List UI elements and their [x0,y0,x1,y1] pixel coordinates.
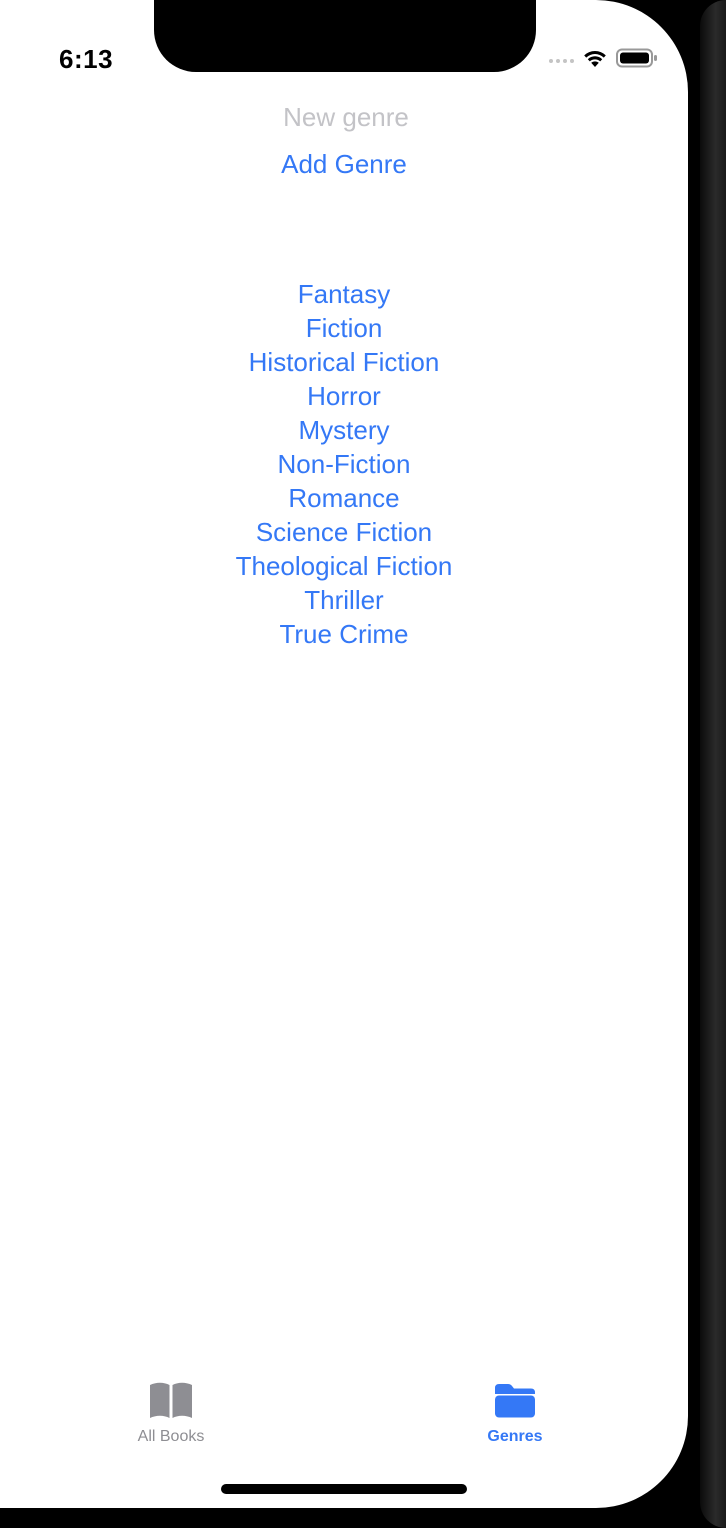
new-genre-input[interactable] [194,98,498,136]
genre-item-historical-fiction[interactable]: Historical Fiction [0,345,688,379]
genre-item-true-crime[interactable]: True Crime [0,617,688,651]
genres-screen: Add Genre Fantasy Fiction Historical Fic… [0,0,688,1508]
genre-item-fiction[interactable]: Fiction [0,311,688,345]
genre-item-non-fiction[interactable]: Non-Fiction [0,447,688,481]
device-frame: 6:13 Add G [0,0,726,1528]
phone-screen: 6:13 Add G [0,0,688,1508]
tab-bar: All Books Genres [0,1370,688,1460]
tab-genres[interactable]: Genres [435,1370,595,1454]
genre-item-theological-fiction[interactable]: Theological Fiction [0,549,688,583]
genre-item-science-fiction[interactable]: Science Fiction [0,515,688,549]
genre-item-thriller[interactable]: Thriller [0,583,688,617]
add-genre-button[interactable]: Add Genre [194,145,494,183]
tab-all-books-label: All Books [137,1428,205,1445]
book-icon [147,1380,195,1422]
genre-item-horror[interactable]: Horror [0,379,688,413]
tab-all-books[interactable]: All Books [91,1370,251,1454]
genre-list: Fantasy Fiction Historical Fiction Horro… [0,277,688,651]
home-indicator[interactable] [221,1484,467,1494]
genre-item-mystery[interactable]: Mystery [0,413,688,447]
genre-item-romance[interactable]: Romance [0,481,688,515]
genre-item-fantasy[interactable]: Fantasy [0,277,688,311]
tab-genres-label: Genres [487,1428,543,1445]
device-edge [700,0,726,1528]
folder-icon [491,1380,539,1422]
